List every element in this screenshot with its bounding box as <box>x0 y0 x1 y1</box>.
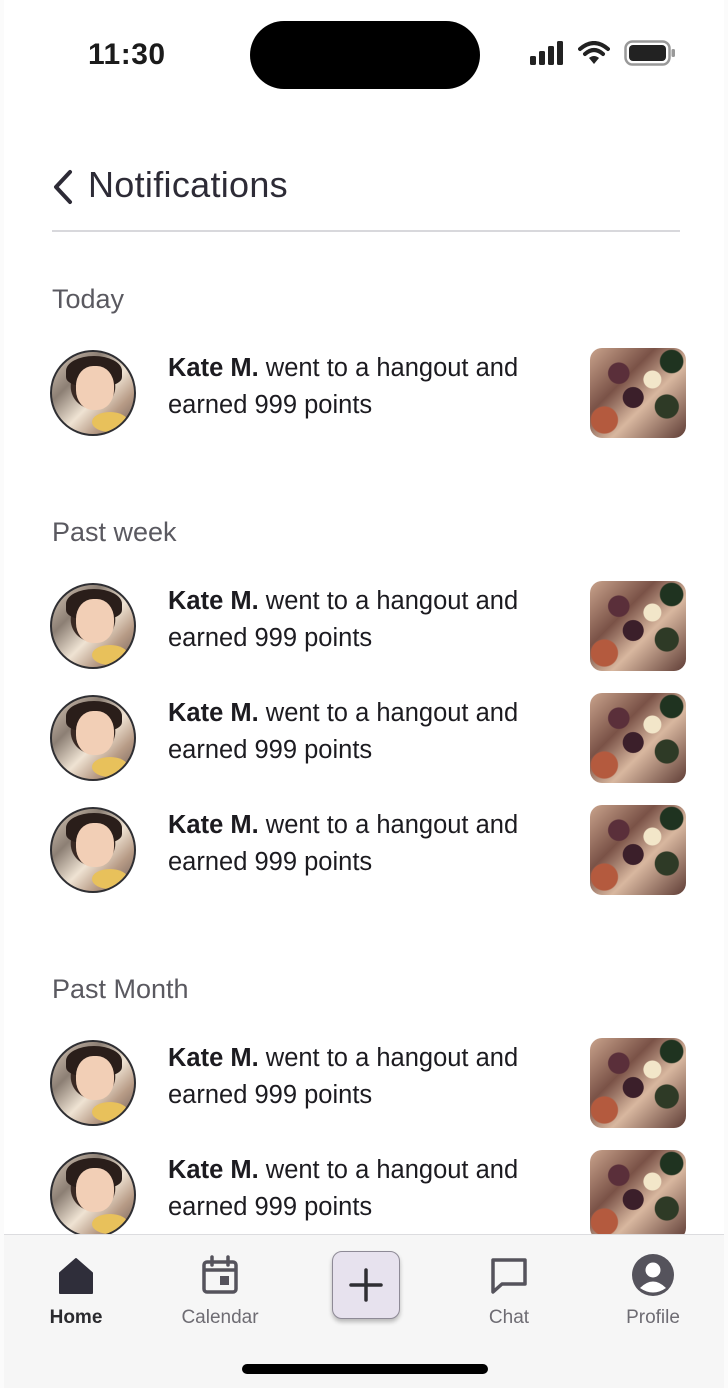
hangout-thumbnail[interactable] <box>590 348 686 438</box>
signal-icon <box>530 41 563 65</box>
hangout-thumbnail[interactable] <box>590 1150 686 1240</box>
nav-chat[interactable]: Chat <box>454 1253 564 1329</box>
avatar <box>50 1152 136 1238</box>
status-bar: 11:30 <box>4 0 724 110</box>
phone-screen: 11:30 Notifications Today Kate M. went t… <box>4 0 724 1388</box>
user-name: Kate M. <box>168 587 259 615</box>
notification-text: Kate M. went to a hangout and earned 999… <box>168 1044 519 1109</box>
back-chevron-icon <box>54 170 72 204</box>
section-title-today: Today <box>52 284 125 314</box>
nav-calendar[interactable]: Calendar <box>165 1253 275 1329</box>
nav-profile-label: Profile <box>626 1307 680 1328</box>
chat-icon <box>491 1258 527 1294</box>
notification-item[interactable]: Kate M. went to a hangout and earned 999… <box>50 1038 686 1130</box>
wifi-icon <box>578 41 610 64</box>
nav-home-label: Home <box>49 1307 103 1328</box>
avatar <box>50 350 136 436</box>
hangout-thumbnail[interactable] <box>590 805 686 895</box>
dynamic-island <box>250 21 480 89</box>
notification-text: Kate M. went to a hangout and earned 999… <box>168 811 519 876</box>
notification-text: Kate M. went to a hangout and earned 999… <box>168 699 519 764</box>
back-button[interactable] <box>52 168 80 206</box>
notification-text: Kate M. went to a hangout and earned 999… <box>168 587 519 652</box>
user-name: Kate M. <box>168 354 259 382</box>
add-button[interactable] <box>332 1251 400 1319</box>
page-title: Notifications <box>88 164 288 205</box>
notification-text: Kate M. went to a hangout and earned 999… <box>168 1156 519 1221</box>
user-name: Kate M. <box>168 811 259 839</box>
notification-item[interactable]: Kate M. went to a hangout and earned 999… <box>50 348 686 440</box>
avatar <box>50 583 136 669</box>
profile-icon <box>632 1254 674 1296</box>
plus-icon <box>349 1268 383 1302</box>
avatar <box>50 1040 136 1126</box>
page-header: Notifications <box>52 160 680 232</box>
nav-home[interactable]: Home <box>21 1253 131 1329</box>
avatar <box>50 807 136 893</box>
hangout-thumbnail[interactable] <box>590 693 686 783</box>
user-name: Kate M. <box>168 1156 259 1184</box>
section-title-past-week: Past week <box>52 517 177 547</box>
notification-item[interactable]: Kate M. went to a hangout and earned 999… <box>50 1150 686 1242</box>
hangout-thumbnail[interactable] <box>590 581 686 671</box>
hangout-thumbnail[interactable] <box>590 1038 686 1128</box>
status-icons <box>530 40 676 66</box>
home-indicator <box>242 1364 488 1374</box>
user-name: Kate M. <box>168 1044 259 1072</box>
notification-item[interactable]: Kate M. went to a hangout and earned 999… <box>50 693 686 785</box>
notification-item[interactable]: Kate M. went to a hangout and earned 999… <box>50 805 686 897</box>
section-title-past-month: Past Month <box>52 974 189 1004</box>
status-time: 11:30 <box>88 38 166 71</box>
user-name: Kate M. <box>168 699 259 727</box>
nav-calendar-label: Calendar <box>181 1307 259 1328</box>
nav-chat-label: Chat <box>488 1307 530 1328</box>
nav-profile[interactable]: Profile <box>598 1253 708 1329</box>
notification-item[interactable]: Kate M. went to a hangout and earned 999… <box>50 581 686 673</box>
battery-icon <box>624 40 675 66</box>
calendar-icon <box>202 1255 238 1294</box>
avatar <box>50 695 136 781</box>
home-icon <box>59 1258 93 1294</box>
notification-text: Kate M. went to a hangout and earned 999… <box>168 354 519 419</box>
